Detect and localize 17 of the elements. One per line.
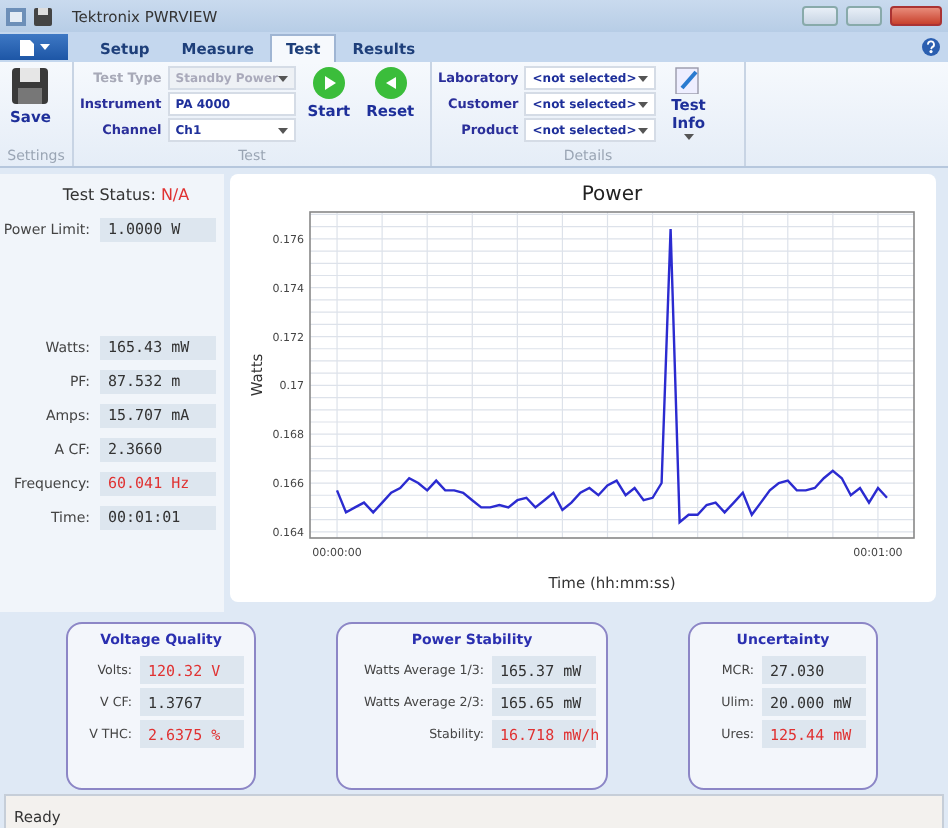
document-icon [19, 39, 33, 55]
chart-title: Power [581, 184, 643, 206]
app-menu-button[interactable] [0, 34, 68, 60]
test-status: Test Status: N/A [60, 186, 192, 204]
play-icon [311, 66, 346, 100]
caret-icon [683, 134, 694, 140]
app-icon [6, 7, 26, 25]
caret-icon [638, 75, 649, 81]
notepad-pen-icon [674, 66, 703, 94]
caret-icon [277, 127, 288, 133]
help-icon[interactable] [922, 38, 940, 56]
reset-icon [373, 66, 408, 100]
caret-icon [277, 75, 288, 81]
caret-icon [39, 44, 49, 50]
close-button[interactable] [890, 6, 942, 26]
caret-icon [638, 127, 649, 133]
caret-icon [638, 101, 649, 107]
